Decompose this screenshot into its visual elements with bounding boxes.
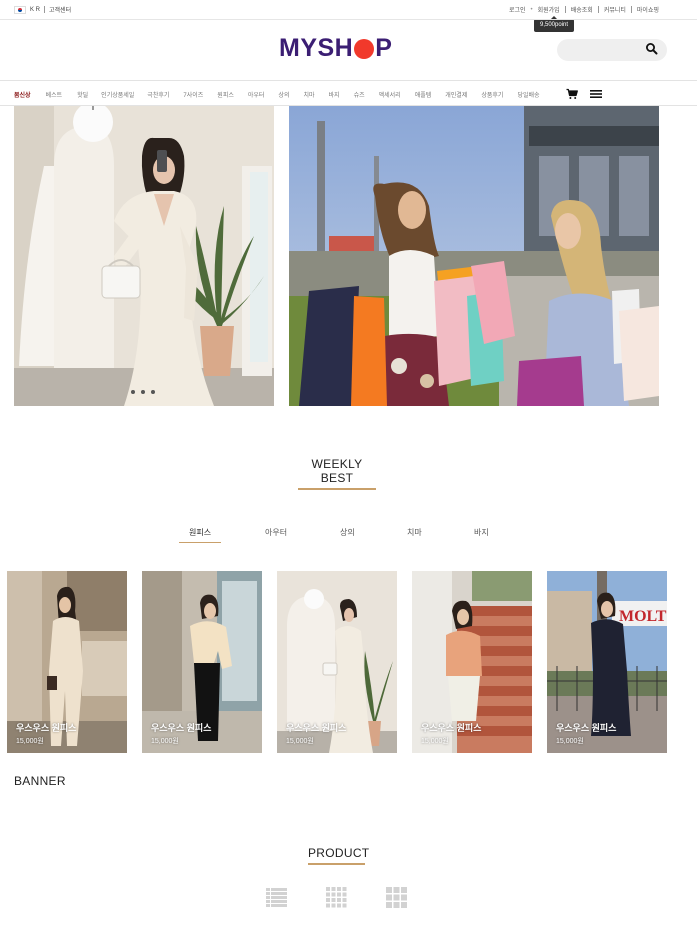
- main-category-nav: 봄신상 베스트 핫딜 인기상품세일 극찬후기 7사이즈 원피스 아우터 상의 치…: [14, 88, 540, 100]
- nav-item-reviews-praised[interactable]: 극찬후기: [147, 90, 169, 99]
- login-link[interactable]: 로그인: [509, 5, 526, 14]
- nav-item-personal-payment[interactable]: 개인결제: [445, 90, 467, 99]
- tab-skirt[interactable]: 치마: [407, 527, 422, 538]
- bullet-divider: •: [530, 6, 533, 13]
- signup-link[interactable]: 회원가입: [538, 5, 560, 14]
- logo-text-left: MYSH: [279, 34, 354, 62]
- product-price: 15,000원: [16, 738, 44, 745]
- carousel-dot[interactable]: [131, 390, 135, 394]
- product-price: 15,000원: [286, 738, 314, 745]
- product-price: 15,000원: [421, 738, 449, 745]
- nav-item-hot-deal[interactable]: 핫딜: [77, 90, 88, 99]
- title-underline: [308, 863, 365, 865]
- nav-item-outer[interactable]: 아우터: [248, 90, 265, 99]
- nav-item-apple-items[interactable]: 애플템: [415, 90, 432, 99]
- search-input[interactable]: [557, 39, 642, 61]
- search-icon[interactable]: [645, 42, 659, 56]
- product-name[interactable]: 우스우스 원피스: [16, 721, 76, 734]
- product-caption: 우스우스 원피스 15,000원: [286, 721, 346, 746]
- utility-links: 로그인 • 회원가입 배송조회 커뮤니티 마이쇼핑: [509, 5, 659, 14]
- product-card[interactable]: 우스우스 원피스 15,000원: [142, 571, 262, 753]
- nav-item-skirt[interactable]: 치마: [303, 90, 314, 99]
- product-card[interactable]: 우스우스 원피스 15,000원: [7, 571, 127, 753]
- language-label: K R: [30, 6, 41, 13]
- nav-item-new-spring[interactable]: 봄신상: [14, 90, 31, 99]
- product-name[interactable]: 우스우스 원피스: [556, 721, 616, 734]
- svg-text:MOLT: MOLT: [619, 608, 667, 625]
- site-logo[interactable]: MYSH P: [279, 34, 392, 63]
- grid-4-view-icon[interactable]: [326, 887, 347, 908]
- nav-item-same-day-delivery[interactable]: 당일배송: [517, 90, 539, 99]
- hero-carousel-dots: [131, 390, 155, 394]
- divider: [0, 19, 697, 20]
- logo-o-circle: [354, 38, 375, 59]
- korea-flag-icon: [14, 5, 26, 14]
- customer-center-link[interactable]: 고객센터: [49, 5, 71, 14]
- title-underline: [298, 488, 376, 490]
- product-name[interactable]: 우스우스 원피스: [286, 721, 346, 734]
- carousel-dot[interactable]: [141, 390, 145, 394]
- nav-item-top[interactable]: 상의: [278, 90, 289, 99]
- nav-item-7size[interactable]: 7사이즈: [183, 90, 203, 99]
- top-utility-bar: K R 고객센터 로그인 • 회원가입 배송조회 커뮤니티 마이쇼핑: [0, 0, 697, 20]
- nav-item-onepiece[interactable]: 원피스: [217, 90, 234, 99]
- product-card[interactable]: MOLT 우스우스 원피스 15,000원: [547, 571, 667, 753]
- hero-secondary-image[interactable]: [289, 106, 659, 406]
- nav-item-shoes[interactable]: 슈즈: [354, 90, 365, 99]
- tab-outer[interactable]: 아우터: [265, 527, 287, 538]
- product-card[interactable]: 우스우스 원피스 15,000원: [412, 571, 532, 753]
- product-section-title: PRODUCT: [308, 846, 369, 865]
- product-caption: 우스우스 원피스 15,000원: [151, 721, 211, 746]
- divider: [564, 6, 566, 13]
- language-selector[interactable]: K R 고객센터: [14, 5, 71, 14]
- product-name[interactable]: 우스우스 원피스: [421, 721, 481, 734]
- hero-model-photo: [14, 106, 274, 406]
- logo-text-right: P: [375, 34, 393, 62]
- hamburger-menu-icon[interactable]: [590, 89, 602, 99]
- search-box: [557, 39, 667, 61]
- weekly-best-title: WEEKLY BEST: [298, 457, 376, 490]
- community-link[interactable]: 커뮤니티: [604, 5, 626, 14]
- product-card[interactable]: 우스우스 원피스 15,000원: [277, 571, 397, 753]
- banner-heading: BANNER: [14, 774, 66, 788]
- hero-shopping-photo: [289, 106, 659, 406]
- hero-slide-image[interactable]: [14, 106, 274, 406]
- list-view-icon[interactable]: [266, 887, 287, 908]
- my-shopping-link[interactable]: 마이쇼핑: [637, 5, 659, 14]
- grid-3-view-icon[interactable]: [386, 887, 407, 908]
- product-caption: 우스우스 원피스 15,000원: [556, 721, 616, 746]
- product-price: 15,000원: [151, 738, 179, 745]
- divider: [597, 6, 599, 13]
- tab-onepiece[interactable]: 원피스: [178, 527, 222, 543]
- weekly-best-tabs: 원피스 아우터 상의 치마 바지: [0, 527, 697, 547]
- product-name[interactable]: 우스우스 원피스: [151, 721, 211, 734]
- divider: [44, 6, 46, 13]
- tab-top[interactable]: 상의: [340, 527, 355, 538]
- nav-item-pants[interactable]: 바지: [329, 90, 340, 99]
- carousel-dot[interactable]: [151, 390, 155, 394]
- cart-icon[interactable]: [566, 88, 578, 100]
- product-caption: 우스우스 원피스 15,000원: [16, 721, 76, 746]
- nav-item-accessories[interactable]: 액세서리: [379, 90, 401, 99]
- nav-item-product-reviews[interactable]: 상품후기: [481, 90, 503, 99]
- weekly-best-title-text: WEEKLY BEST: [311, 457, 363, 485]
- nav-item-best[interactable]: 베스트: [46, 90, 63, 99]
- divider: [630, 6, 632, 13]
- product-title-text: PRODUCT: [308, 846, 370, 860]
- divider: [0, 80, 697, 81]
- points-tooltip: 9,500point: [534, 16, 574, 32]
- product-caption: 우스우스 원피스 15,000원: [421, 721, 481, 746]
- product-price: 15,000원: [556, 738, 584, 745]
- order-tracking-link[interactable]: 배송조회: [571, 5, 593, 14]
- nav-item-popular-sale[interactable]: 인기상품세일: [101, 90, 134, 99]
- tab-pants[interactable]: 바지: [474, 527, 489, 538]
